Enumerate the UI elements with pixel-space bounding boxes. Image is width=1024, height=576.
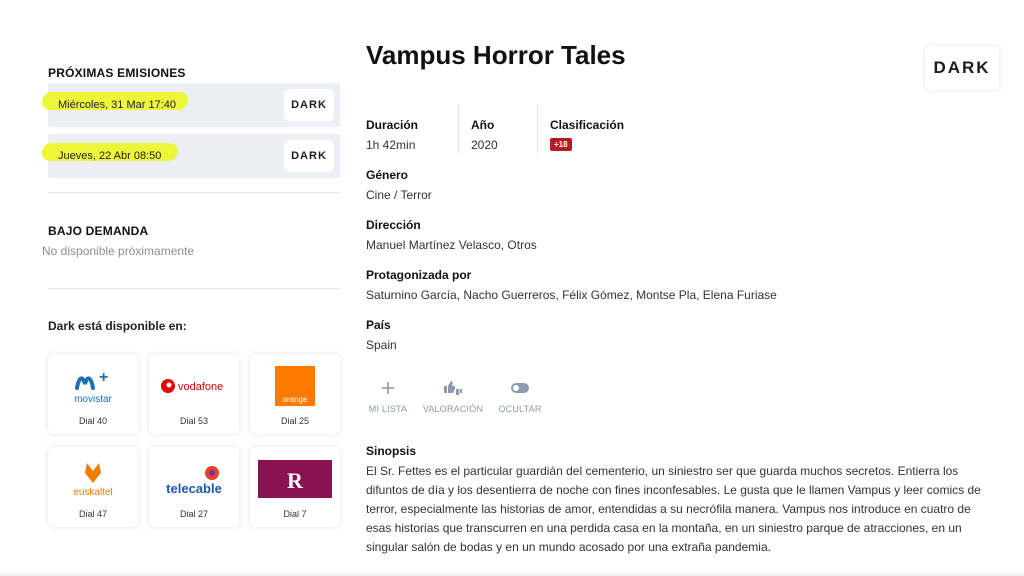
movistar-logo: + movistar [48, 364, 138, 408]
on-demand-title: BAJO DEMANDA [48, 224, 149, 238]
provider-dial: Dial 7 [283, 509, 307, 519]
svg-text:orange: orange [283, 395, 308, 404]
dark-channel-logo: DARK [925, 46, 999, 90]
duration-value: 1h 42min [366, 138, 416, 152]
my-list-button[interactable]: MI LISTA [366, 378, 410, 414]
rating-block: Clasificación +18 [550, 104, 670, 154]
available-on-title: Dark está disponible en: [48, 319, 187, 333]
vodafone-logo: vodafone [149, 364, 239, 408]
svg-text:vodafone: vodafone [178, 381, 223, 393]
dark-channel-logo: DARK [284, 89, 334, 121]
genre-block: Género Cine / Terror [366, 154, 432, 202]
provider-dial: Dial 25 [280, 416, 309, 426]
country-value: Spain [366, 338, 397, 352]
upcoming-emissions-title: PRÓXIMAS EMISIONES [48, 66, 186, 80]
emission-date: Miércoles, 31 Mar 17:40 [58, 99, 176, 111]
euskaltel-logo: euskaltel [48, 457, 138, 501]
provider-dial: Dial 47 [78, 509, 107, 519]
emission-item[interactable]: Jueves, 22 Abr 08:50 DARK [41, 134, 340, 178]
provider-dial: Dial 27 [179, 509, 208, 519]
hide-button[interactable]: OCULTAR [492, 378, 548, 414]
svg-text:euskaltel: euskaltel [73, 487, 112, 498]
provider-dial: Dial 40 [78, 416, 107, 426]
country-block: País Spain [366, 304, 397, 352]
provider-orange[interactable]: orange Dial 25 [250, 354, 340, 434]
rating-button[interactable]: VALORACIÓN [416, 378, 490, 414]
svg-text:movistar: movistar [74, 394, 112, 405]
director-block: Dirección Manuel Martínez Velasco, Otros [366, 204, 537, 252]
on-demand-status: No disponible próximamente [42, 244, 195, 258]
plus-icon [366, 378, 410, 398]
synopsis-label: Sinopsis [366, 444, 417, 458]
bottom-edge [0, 570, 1024, 576]
page-title: Vampus Horror Tales [366, 40, 626, 70]
cast-value: Saturnino García, Nacho Guerreros, Félix… [366, 288, 777, 302]
rating-action-label: VALORACIÓN [422, 404, 484, 414]
cast-label: Protagonizada por [366, 268, 472, 282]
divider [48, 288, 340, 289]
year-value: 2020 [471, 138, 498, 152]
director-label: Dirección [366, 218, 421, 232]
country-label: País [366, 318, 391, 332]
provider-telecable[interactable]: telecable Dial 27 [149, 447, 239, 527]
duration-label: Duración [366, 118, 419, 132]
meta-row: Duración 1h 42min Año 2020 Clasificación… [366, 104, 682, 154]
synopsis-block: Sinopsis El Sr. Fettes es el particular … [366, 444, 996, 557]
svg-text:telecable: telecable [166, 481, 222, 496]
action-bar: MI LISTA VALORACIÓN OCULTAR [366, 378, 548, 414]
genre-label: Género [366, 168, 409, 182]
year-label: Año [471, 118, 495, 132]
r-logo: R [250, 457, 340, 501]
my-list-label: MI LISTA [368, 404, 408, 414]
provider-dial: Dial 53 [179, 416, 208, 426]
toggle-icon [492, 378, 548, 398]
synopsis-text: El Sr. Fettes es el particular guardián … [366, 464, 981, 554]
provider-euskaltel[interactable]: euskaltel Dial 47 [48, 447, 138, 527]
divider [48, 192, 340, 193]
age-rating-badge: +18 [550, 138, 572, 151]
director-value: Manuel Martínez Velasco, Otros [366, 238, 537, 252]
orange-logo: orange [250, 364, 340, 408]
svg-text:+: + [99, 369, 108, 386]
telecable-logo: telecable [149, 457, 239, 501]
dark-channel-logo: DARK [284, 140, 334, 172]
emission-item[interactable]: Miércoles, 31 Mar 17:40 DARK [41, 83, 340, 127]
svg-text:R: R [287, 468, 304, 493]
duration-block: Duración 1h 42min [366, 104, 459, 154]
provider-movistar[interactable]: + movistar Dial 40 [48, 354, 138, 434]
provider-r[interactable]: R Dial 7 [250, 447, 340, 527]
emission-date: Jueves, 22 Abr 08:50 [58, 150, 162, 162]
genre-value: Cine / Terror [366, 188, 432, 202]
year-block: Año 2020 [471, 104, 538, 154]
cast-block: Protagonizada por Saturnino García, Nach… [366, 254, 777, 302]
hide-label: OCULTAR [498, 404, 542, 414]
rating-label: Clasificación [550, 118, 625, 132]
provider-vodafone[interactable]: vodafone Dial 53 [149, 354, 239, 434]
thumbs-icon [416, 378, 490, 398]
